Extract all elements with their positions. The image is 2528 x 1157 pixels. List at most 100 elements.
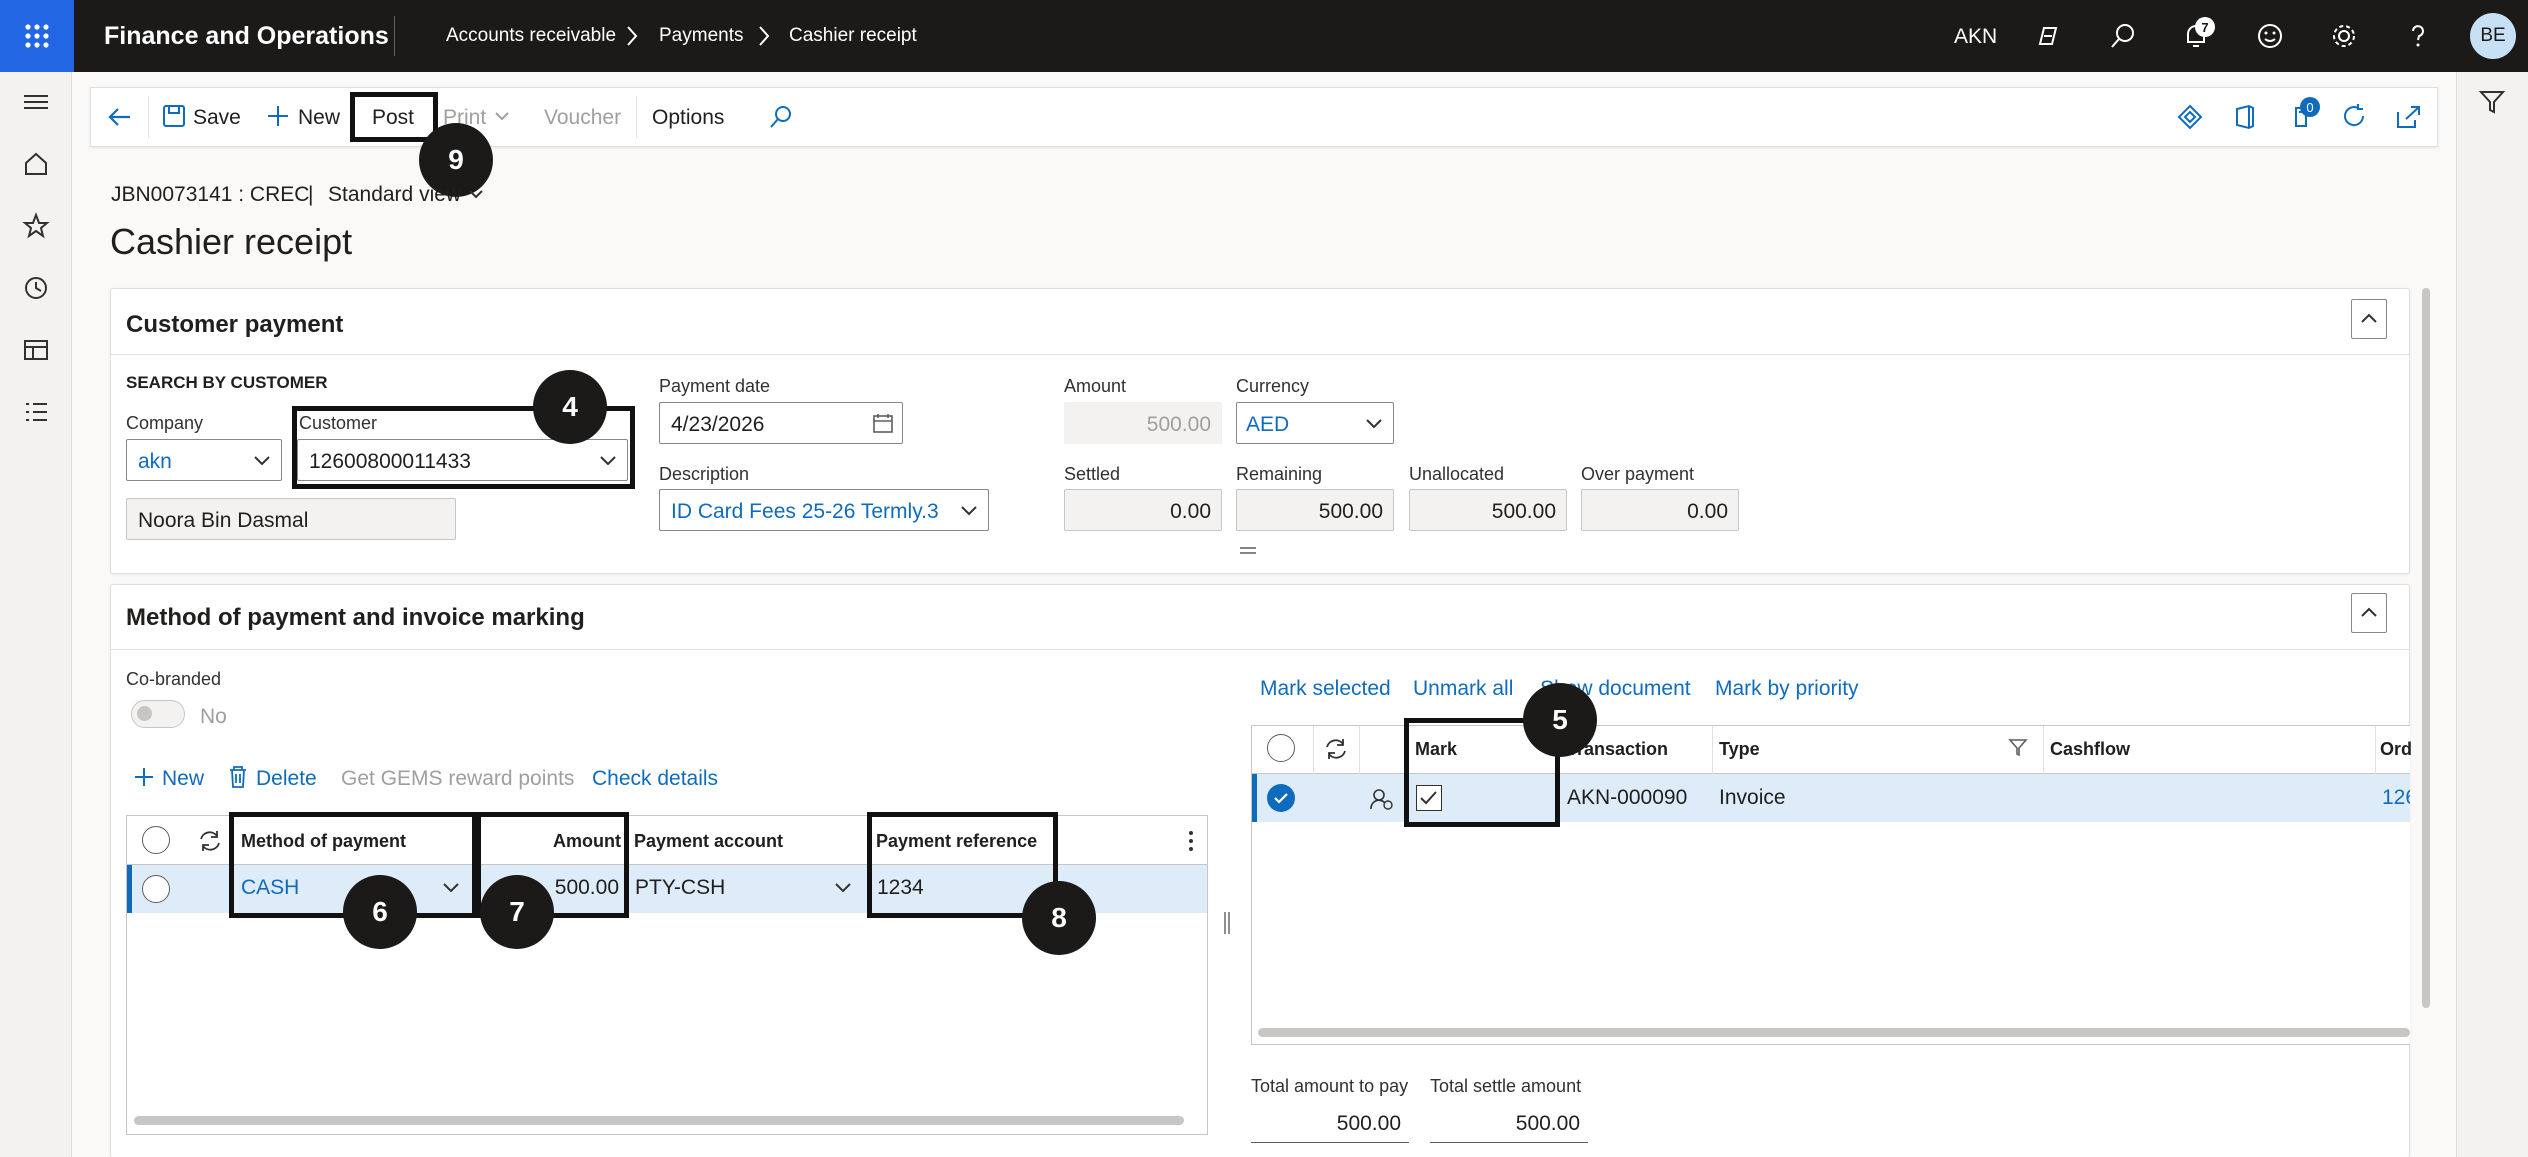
mark-by-priority-button[interactable]: Mark by priority [1715,678,1859,699]
customer-name-field[interactable]: Noora Bin Dasmal [126,498,456,540]
search-icon[interactable] [768,104,794,130]
payment-date-label: Payment date [659,376,771,396]
resize-grip-icon[interactable] [1238,546,1258,556]
column-filter-icon[interactable] [2008,737,2028,757]
cobranded-toggle[interactable] [131,700,185,728]
over-payment-label: Over payment [1581,464,1695,484]
chevron-down-icon [469,190,483,199]
mark-selected-button[interactable]: Mark selected [1260,678,1391,699]
refresh-icon[interactable] [1322,736,1350,762]
row-transaction-value[interactable]: AKN-000090 [1567,787,1687,808]
method-section-title[interactable]: Method of payment and invoice marking [126,606,585,630]
search-by-customer-heading: SEARCH BY CUSTOMER [126,373,328,392]
calendar-icon[interactable] [872,412,894,434]
refresh-icon[interactable] [196,828,224,854]
save-button[interactable]: Save [193,107,241,128]
modules-list-icon[interactable] [22,398,50,426]
view-selector[interactable]: Standard view [328,184,461,205]
customer-payment-title[interactable]: Customer payment [126,313,343,337]
callout-7: 7 [480,875,554,949]
payment-date-value: 4/23/2026 [671,413,765,436]
currency-label: Currency [1236,376,1310,396]
settled-label: Settled [1064,464,1121,484]
splitter-grip-icon[interactable] [1222,910,1232,936]
description-dropdown[interactable]: ID Card Fees 25-26 Termly.3 [659,489,989,531]
options-tab[interactable]: Options [652,107,724,128]
new-payment-line-button[interactable]: New [162,768,204,789]
column-header-cashflow[interactable]: Cashflow [2050,740,2130,758]
row-order-value[interactable]: 126 [2382,787,2410,808]
select-all-radio[interactable] [142,826,170,854]
settings-gear-icon[interactable] [2330,22,2358,50]
office-icon[interactable] [2232,104,2258,130]
horizontal-scrollbar[interactable] [1258,1028,2410,1037]
delete-payment-line-button[interactable]: Delete [256,768,317,789]
remaining-label: Remaining [1236,464,1323,484]
home-icon[interactable] [22,150,50,178]
total-amount-to-pay-field: 500.00 [1251,1101,1409,1143]
chevron-down-icon [1366,419,1382,429]
horizontal-scrollbar[interactable] [134,1116,1184,1125]
company-dropdown[interactable]: akn [126,439,282,481]
hamburger-menu-icon[interactable] [22,90,50,114]
unmark-all-button[interactable]: Unmark all [1413,678,1513,699]
breadcrumb-cashier-receipt[interactable]: Cashier receipt [789,26,917,45]
column-header-type[interactable]: Type [1719,740,1760,758]
row-type-value[interactable]: Invoice [1719,787,1786,808]
power-apps-diamond-icon[interactable] [2177,104,2203,130]
column-header-payment-account[interactable]: Payment account [634,832,783,850]
row-order-cell[interactable]: 126 [2382,787,2410,808]
row-selected-radio[interactable] [1267,784,1295,812]
page-scrollbar[interactable] [2422,288,2430,1008]
person-settlement-icon[interactable] [1369,787,1395,811]
breadcrumb-payments[interactable]: Payments [659,26,743,45]
row-payment-account-value[interactable]: PTY-CSH [635,877,725,898]
back-arrow-icon[interactable] [106,104,134,130]
chevron-down-icon[interactable] [834,881,852,895]
callout-5: 5 [1523,683,1597,757]
remaining-value: 500.00 [1318,500,1383,523]
open-in-new-window-icon[interactable] [2395,104,2423,130]
unallocated-value: 500.00 [1491,500,1556,523]
refresh-icon[interactable] [2340,102,2368,130]
collapse-method-section-button[interactable] [2351,593,2387,633]
select-all-radio[interactable] [1267,734,1295,762]
app-launcher-button[interactable] [0,0,74,72]
save-icon [163,105,185,127]
gems-reward-points-button[interactable]: Get GEMS reward points [341,768,574,789]
card-header-divider [110,649,2410,650]
breadcrumb-accounts-receivable[interactable]: Accounts receivable [446,26,616,45]
chevron-down-icon [495,112,509,121]
feedback-smiley-icon[interactable] [2256,22,2284,50]
workspaces-icon[interactable] [22,336,50,364]
user-avatar[interactable]: BE [2470,13,2516,59]
right-rail [2456,72,2528,1157]
collapse-customer-payment-button[interactable] [2351,299,2387,339]
filter-icon[interactable] [2478,88,2506,116]
check-details-button[interactable]: Check details [592,768,718,789]
recent-clock-icon[interactable] [22,274,50,302]
favorites-star-icon[interactable] [22,212,50,240]
currency-dropdown[interactable]: AED [1236,402,1394,444]
voucher-button[interactable]: Voucher [544,107,621,128]
row-select-radio[interactable] [142,875,170,903]
new-button[interactable]: New [298,107,340,128]
app-title[interactable]: Finance and Operations [104,24,389,49]
post-highlight-box [350,92,438,142]
amount-value: 500.00 [1146,413,1211,436]
amount-field: 500.00 [1064,402,1222,444]
row-selection-indicator [127,865,132,913]
help-icon[interactable] [2404,22,2432,50]
divider [148,96,149,138]
over-payment-value: 0.00 [1687,500,1728,523]
more-options-icon[interactable] [1186,828,1196,854]
company-value: akn [138,450,172,473]
description-label: Description [659,464,750,484]
search-icon[interactable] [2109,22,2137,50]
payment-date-field[interactable]: 4/23/2026 [659,402,903,444]
record-identifier: JBN0073141 : CREC [111,183,310,206]
company-picker[interactable]: AKN [1954,26,1997,47]
column-header-order[interactable]: Ord [2380,740,2412,758]
copilot-icon[interactable] [2034,22,2062,50]
delete-trash-icon [230,766,246,788]
